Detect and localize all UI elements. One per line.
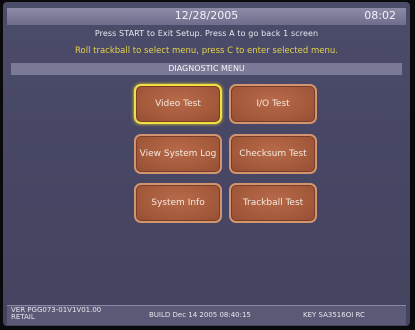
menu-title: DIAGNOSTIC MENU <box>11 63 402 75</box>
view-system-log-button[interactable]: View System Log <box>134 134 222 174</box>
key-info: KEY SA3516OI RC <box>303 311 365 319</box>
instruction-exit: Press START to Exit Setup. Press A to go… <box>94 29 319 38</box>
build-info: BUILD Dec 14 2005 08:40:15 <box>149 311 251 319</box>
io-test-button[interactable]: I/O Test <box>229 84 317 124</box>
system-info-button[interactable]: System Info <box>134 183 222 223</box>
time-display: 08:02 <box>364 9 396 22</box>
video-test-button[interactable]: Video Test <box>134 84 222 124</box>
footer-bar: VER PGG073-01V1V01.00 RETAIL BUILD Dec 1… <box>7 305 406 325</box>
status-bar: 12/28/2005 08:02 <box>7 8 406 25</box>
date-display: 12/28/2005 <box>174 9 239 22</box>
version-info: VER PGG073-01V1V01.00 RETAIL <box>11 307 101 321</box>
trackball-test-button[interactable]: Trackball Test <box>229 183 317 223</box>
version-edition: RETAIL <box>11 313 35 321</box>
instruction-navigate: Roll trackball to select menu, press C t… <box>75 46 338 56</box>
diagnostic-screen: 12/28/2005 08:02 Press START to Exit Set… <box>3 2 410 326</box>
checksum-test-button[interactable]: Checksum Test <box>229 134 317 174</box>
